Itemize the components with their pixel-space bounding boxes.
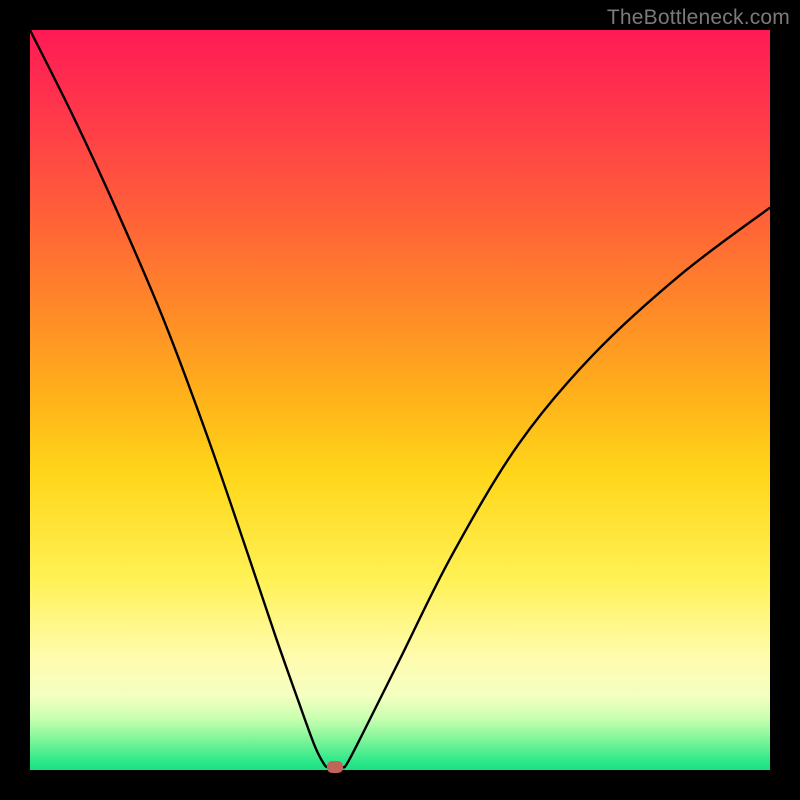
min-marker: [327, 761, 343, 773]
chart-frame: TheBottleneck.com: [0, 0, 800, 800]
watermark-text: TheBottleneck.com: [607, 6, 790, 30]
plot-area: [30, 30, 770, 770]
bottleneck-curve: [30, 30, 770, 770]
